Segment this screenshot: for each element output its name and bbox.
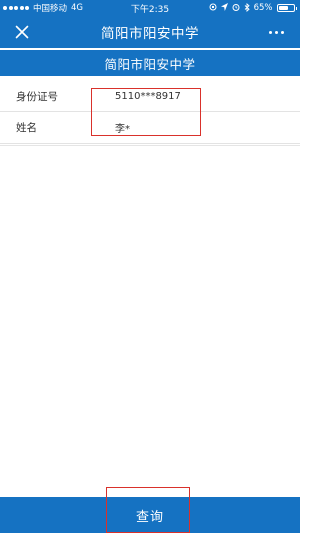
battery-icon: [276, 4, 297, 12]
name-label: 姓名: [16, 122, 37, 134]
query-highlight-box: [106, 487, 190, 533]
close-icon[interactable]: [12, 22, 32, 42]
network-type: 4G: [71, 3, 84, 13]
nav-title: 简阳市阳安中学: [101, 26, 199, 42]
status-left: 中国移动 4G: [3, 2, 113, 14]
id-number-label: 身份证号: [16, 91, 58, 103]
status-bar: 中国移动 4G 下午2:35 65%: [0, 0, 300, 16]
orientation-lock-icon: [209, 3, 217, 13]
status-time: 下午2:35: [130, 4, 170, 15]
more-icon[interactable]: [264, 22, 288, 42]
battery-percent: 65%: [253, 3, 273, 13]
form-divider: [0, 145, 300, 146]
input-highlight-box: [91, 88, 201, 136]
alarm-icon: [232, 3, 240, 13]
status-right: 65%: [187, 2, 297, 14]
nav-bar: 简阳市阳安中学: [0, 16, 300, 48]
carrier-name: 中国移动: [33, 4, 68, 14]
location-icon: [220, 3, 228, 13]
bluetooth-icon: [244, 2, 250, 14]
page-banner-title: 简阳市阳安中学: [0, 50, 300, 76]
signal-icon: [3, 6, 29, 10]
